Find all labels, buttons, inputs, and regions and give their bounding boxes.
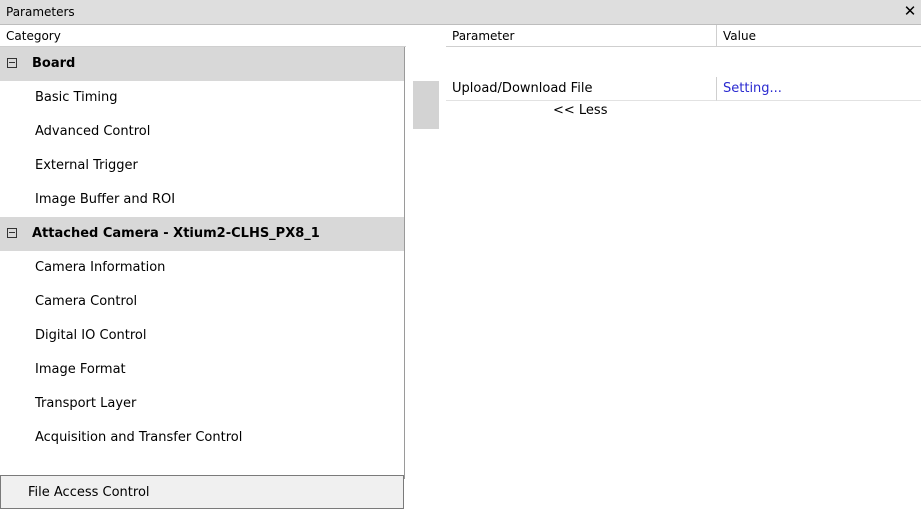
category-item-camera-information[interactable]: Camera Information	[0, 251, 404, 285]
category-item-external-trigger[interactable]: External Trigger	[0, 149, 404, 183]
category-item-file-access-control[interactable]: File Access Control	[0, 475, 404, 509]
category-item-label: Acquisition and Transfer Control	[35, 430, 243, 445]
close-icon[interactable]: ✕	[901, 2, 919, 20]
parameter-name-cell[interactable]: Upload/Download File	[446, 77, 716, 101]
title-bar: Parameters ✕	[0, 0, 921, 25]
category-group-attached-camera[interactable]: Attached Camera - Xtium2-CLHS_PX8_1	[0, 217, 404, 251]
category-item-basic-timing[interactable]: Basic Timing	[0, 81, 404, 115]
window-title: Parameters	[6, 5, 75, 19]
category-item-advanced-control[interactable]: Advanced Control	[0, 115, 404, 149]
category-item-digital-io-control[interactable]: Digital IO Control	[0, 319, 404, 353]
category-item-label: External Trigger	[35, 158, 138, 173]
collapse-icon[interactable]	[7, 58, 17, 68]
category-group-label: Board	[32, 56, 76, 71]
category-item-acquisition-transfer-control[interactable]: Acquisition and Transfer Control	[0, 421, 404, 455]
category-item-camera-control[interactable]: Camera Control	[0, 285, 404, 319]
row-header-strip	[413, 81, 439, 129]
category-item-label: Camera Control	[35, 294, 138, 309]
collapse-icon[interactable]	[7, 228, 17, 238]
category-item-label: Advanced Control	[35, 124, 151, 139]
category-item-image-format[interactable]: Image Format	[0, 353, 404, 387]
category-item-image-buffer-roi[interactable]: Image Buffer and ROI	[0, 183, 404, 217]
category-tree: Board Basic Timing Advanced Control Exte…	[0, 47, 406, 512]
category-item-transport-layer[interactable]: Transport Layer	[0, 387, 404, 421]
category-group-label: Attached Camera - Xtium2-CLHS_PX8_1	[32, 226, 320, 241]
category-item-label: Camera Information	[35, 260, 166, 275]
column-header-value[interactable]: Value	[716, 25, 921, 47]
category-item-label: Image Format	[35, 362, 126, 377]
column-header-parameter[interactable]: Parameter	[446, 25, 716, 47]
category-group-board[interactable]: Board	[0, 47, 404, 81]
column-header-category: Category	[0, 25, 406, 47]
category-item-label: Basic Timing	[35, 90, 118, 105]
category-item-label: File Access Control	[28, 485, 150, 500]
category-item-label: Digital IO Control	[35, 328, 147, 343]
less-button[interactable]: << Less	[553, 103, 607, 118]
category-item-label: Transport Layer	[35, 396, 137, 411]
category-item-label: Image Buffer and ROI	[35, 192, 176, 207]
parameter-value-setting-link[interactable]: Setting...	[716, 77, 921, 101]
